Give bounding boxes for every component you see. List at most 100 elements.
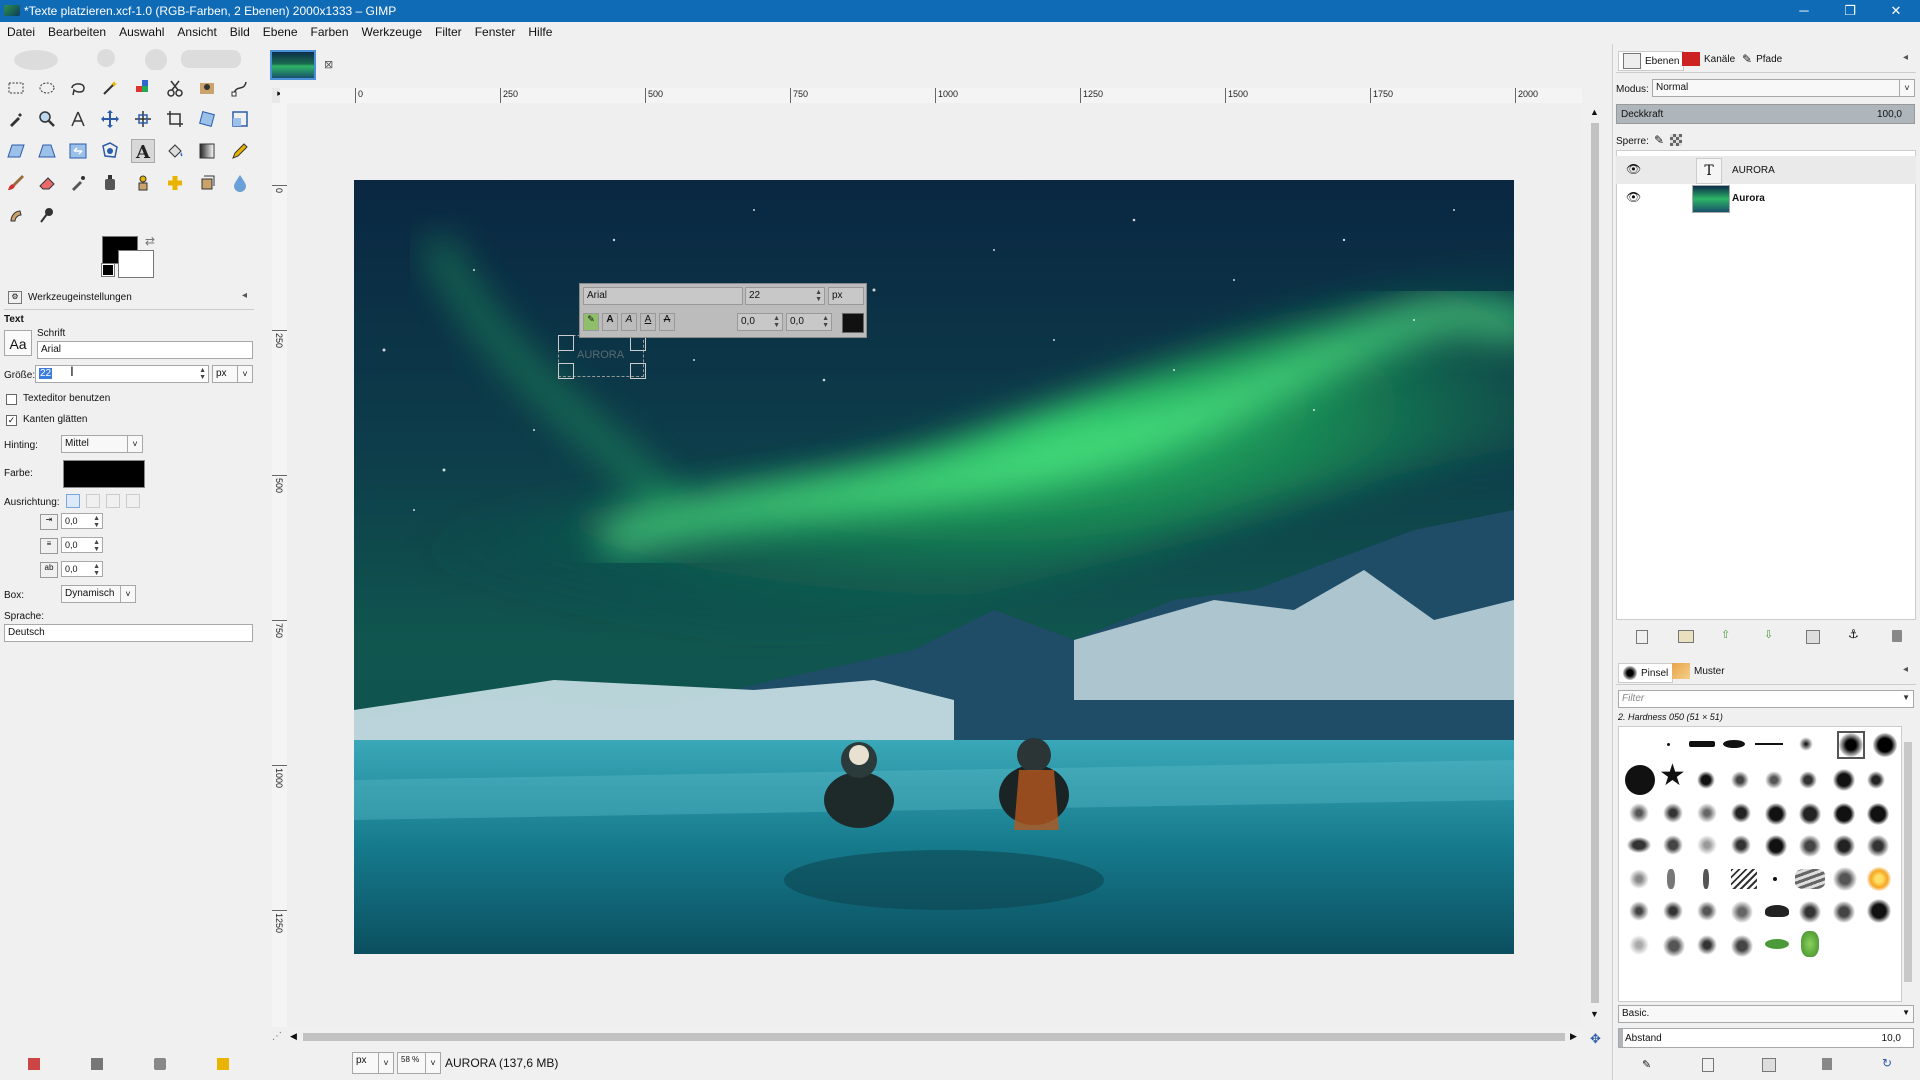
menu-ansicht[interactable]: Ansicht (170, 22, 222, 44)
overlay-clear-style-icon[interactable]: ✎ (583, 313, 599, 331)
scroll-right-icon[interactable]: ▶ (1570, 1031, 1577, 1042)
select-by-color-icon[interactable] (131, 76, 155, 100)
paintbrush-icon[interactable] (4, 171, 28, 195)
brush-item[interactable] (1697, 935, 1717, 955)
text-handle-bottom-left[interactable] (558, 363, 574, 379)
size-input[interactable]: 22 ▲ ▼ (35, 365, 209, 383)
text-color-button[interactable] (63, 460, 145, 488)
dock-menu-icon[interactable]: ◂ (1903, 664, 1908, 675)
overlay-bold-icon[interactable]: A (602, 313, 618, 331)
scroll-left-icon[interactable]: ◀ (290, 1031, 297, 1042)
brush-item[interactable] (1627, 837, 1651, 853)
tab-ebenen[interactable]: Ebenen (1618, 51, 1685, 71)
menu-bearbeiten[interactable]: Bearbeiten (41, 22, 112, 44)
fuzzy-select-icon[interactable] (98, 76, 122, 100)
font-input[interactable]: Arial (37, 341, 253, 359)
overlay-unit-select[interactable]: px (828, 287, 864, 305)
brush-item[interactable] (1867, 899, 1891, 923)
measure-icon[interactable] (66, 107, 90, 131)
pencil-icon[interactable] (228, 139, 252, 163)
edit-brush-icon[interactable]: ✎ (1642, 1058, 1651, 1071)
lock-pixels-icon[interactable]: ✎ (1654, 133, 1664, 147)
justify-right-icon[interactable] (86, 494, 100, 508)
toggle-selection-icon[interactable]: ⋰ (272, 1031, 282, 1042)
brush-item[interactable] (1839, 733, 1863, 757)
perspective-icon[interactable] (35, 139, 59, 163)
menu-ebene[interactable]: Ebene (256, 22, 304, 44)
tab-muster[interactable]: Muster (1672, 663, 1725, 679)
justify-left-icon[interactable] (66, 494, 80, 508)
overlay-size-spin-icon[interactable]: ▲ ▼ (815, 289, 822, 303)
unified-transform-icon[interactable] (195, 107, 219, 131)
brush-item[interactable] (1703, 869, 1709, 889)
indent-spin-icon[interactable]: ▲ ▼ (93, 515, 100, 529)
brush-preset-select[interactable]: Basic. ▼ (1618, 1005, 1914, 1023)
menu-hilfe[interactable]: Hilfe (521, 22, 558, 44)
brush-item[interactable] (1697, 771, 1715, 789)
scale-icon[interactable] (228, 107, 252, 131)
brush-item[interactable] (1833, 835, 1855, 857)
brush-item[interactable] (1867, 803, 1889, 825)
perspective-clone-icon[interactable] (195, 171, 219, 195)
brush-item[interactable] (1629, 803, 1649, 823)
menu-werkzeuge[interactable]: Werkzeuge (355, 22, 428, 44)
spacing-slider[interactable]: Abstand 10,0 (1618, 1028, 1914, 1048)
line-spacing-input[interactable]: 0,0 ▲ ▼ (61, 537, 103, 553)
close-button[interactable]: ✕ (1874, 0, 1918, 22)
tab-pfade[interactable]: ✎ Pfade (1742, 52, 1782, 66)
font-preview-button[interactable]: Aa (4, 330, 32, 356)
flip-icon[interactable] (66, 139, 90, 163)
paths-icon[interactable] (228, 76, 252, 100)
mode-select[interactable]: Normal ˅ (1652, 79, 1915, 97)
star-brush-icon[interactable]: ★ (1659, 761, 1686, 791)
cage-transform-icon[interactable] (98, 139, 122, 163)
brush-item[interactable] (1629, 869, 1649, 889)
brush-item[interactable] (1697, 901, 1717, 921)
overlay-strike-icon[interactable]: A (659, 313, 675, 331)
aurora-image[interactable] (354, 180, 1514, 954)
menu-bild[interactable]: Bild (223, 22, 256, 44)
duplicate-layer-icon[interactable] (1806, 630, 1820, 644)
brush-item[interactable] (1723, 740, 1745, 748)
clone-icon[interactable] (131, 171, 155, 195)
text-tool-icon[interactable]: A (131, 139, 155, 163)
navigate-icon[interactable]: ✥ (1590, 1031, 1601, 1047)
text-handle-top-left[interactable] (558, 335, 574, 351)
unit-select[interactable]: px ˅ (352, 1052, 394, 1074)
vertical-scroll-thumb[interactable] (1591, 123, 1599, 1003)
move-icon[interactable] (98, 107, 122, 131)
hatch-brush-icon[interactable] (1731, 869, 1757, 889)
lock-alpha-icon[interactable] (1670, 134, 1682, 146)
rect-select-icon[interactable] (4, 76, 28, 100)
new-brush-icon[interactable] (1702, 1058, 1714, 1072)
brush-item[interactable] (1799, 835, 1821, 857)
sun-brush-icon[interactable] (1867, 867, 1891, 891)
layer-row-aurora-image[interactable]: 👁 Aurora (1616, 184, 1916, 213)
text-handle-bottom-right[interactable] (630, 363, 646, 379)
brush-item[interactable] (1799, 737, 1813, 751)
overlay-kerning-spin-icon[interactable]: ▲ ▼ (822, 315, 829, 329)
brush-grid[interactable]: ★ (1618, 726, 1902, 1002)
bucket-fill-icon[interactable] (163, 139, 187, 163)
brush-item[interactable] (1663, 835, 1683, 855)
airbrush-icon[interactable] (66, 171, 90, 195)
overlay-italic-icon[interactable]: A (621, 313, 637, 331)
brush-item[interactable] (1833, 901, 1855, 923)
gradient-icon[interactable] (195, 139, 219, 163)
reset-options-icon[interactable] (217, 1058, 229, 1070)
close-image-icon[interactable]: ⊠ (324, 58, 333, 71)
brush-item[interactable] (1765, 835, 1787, 857)
ink-icon[interactable] (98, 171, 122, 195)
save-options-icon[interactable] (28, 1058, 40, 1070)
visibility-eye-icon[interactable]: 👁 (1626, 190, 1641, 204)
scroll-up-icon[interactable]: ▲ (1590, 107, 1599, 117)
brush-item[interactable] (1731, 901, 1753, 923)
brush-scroll-thumb[interactable] (1904, 742, 1912, 982)
hinting-select[interactable]: Mittel ˅ (61, 435, 143, 453)
refresh-brushes-icon[interactable]: ↻ (1882, 1056, 1892, 1070)
antialias-checkbox[interactable]: ✓ (6, 415, 17, 426)
horizontal-scrollbar[interactable]: ◀ ▶ (287, 1030, 1582, 1044)
justify-center-icon[interactable] (106, 494, 120, 508)
brush-item[interactable] (1731, 835, 1751, 855)
zoom-icon[interactable] (35, 107, 59, 131)
